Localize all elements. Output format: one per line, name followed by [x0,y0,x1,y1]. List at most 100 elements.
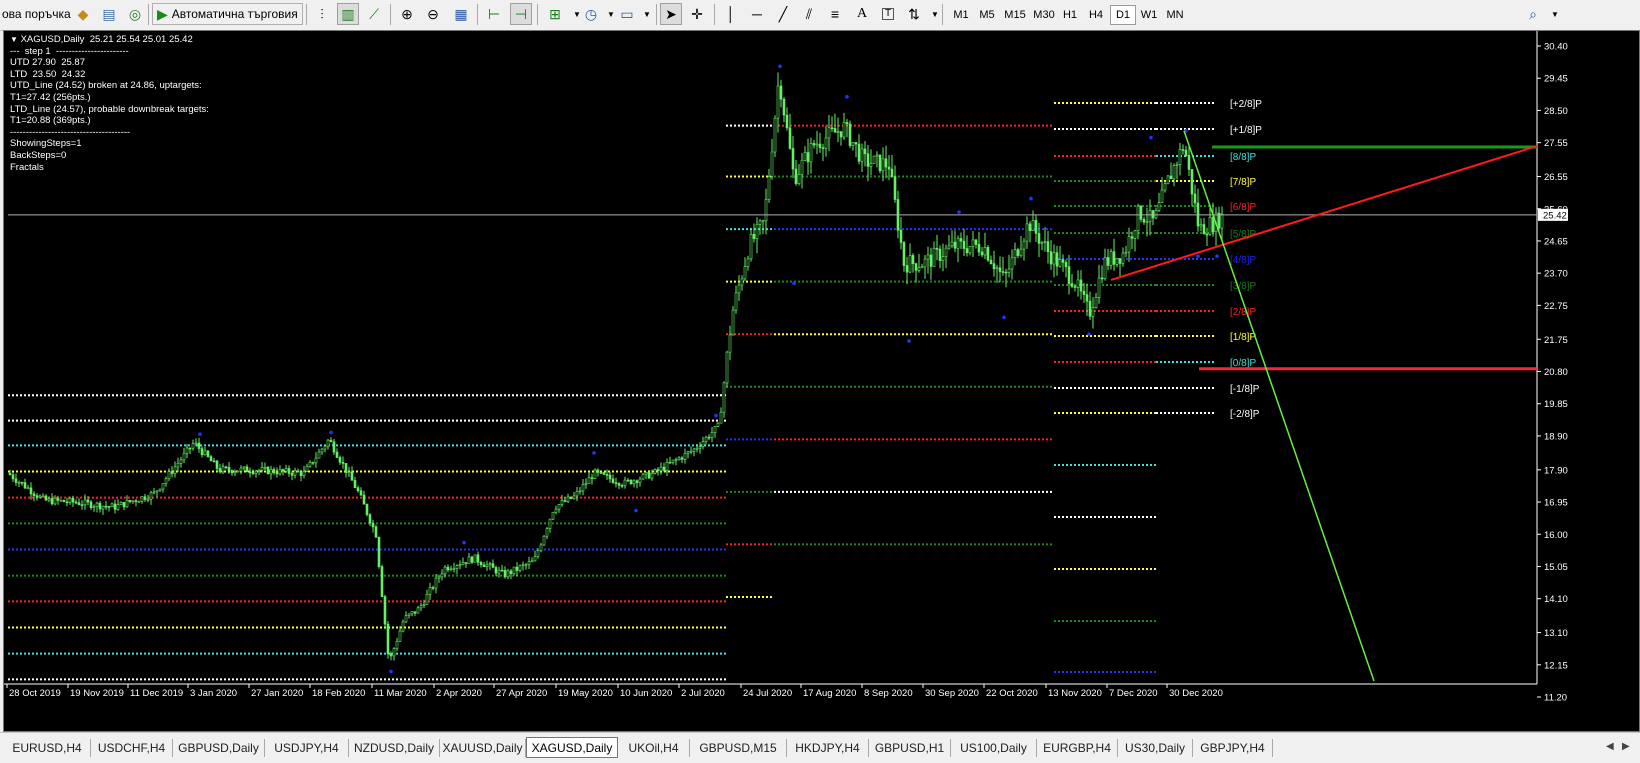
candle-body [1220,213,1224,229]
candle-body [1145,221,1149,224]
chart-tab[interactable]: GBPJPY,H4 [1193,739,1273,757]
candle-body [326,439,330,447]
candle-body [494,567,498,574]
chart-tab[interactable]: GBPUSD,Daily [173,739,265,757]
date-tick-label: 22 Oct 2020 [986,688,1038,699]
chart-tab[interactable]: EURUSD,H4 [4,739,91,757]
candle-body [1067,266,1071,284]
candle-body [521,564,525,567]
chart-tab[interactable]: XAUUSD,Daily [440,739,526,757]
candle-body [647,472,651,479]
chart-tab[interactable]: EURGBP,H4 [1037,739,1118,757]
chart-tab[interactable]: GBPUSD,M15 [690,739,787,757]
trendline-icon[interactable]: ╱ [772,3,794,25]
timeframe-m1[interactable]: M1 [948,5,974,25]
candle-body [11,474,15,480]
candle-body [71,498,75,503]
candle-body [758,220,762,225]
candle-body [485,564,489,567]
candle-body [839,131,843,138]
navigator-icon[interactable]: ◎ [124,3,146,25]
new-order-button[interactable]: ова поръчка [2,3,71,25]
candle-body [1004,271,1008,274]
candle-body [545,528,549,537]
chart-tab[interactable]: XAGUSD,Daily [526,737,618,758]
chart-tab[interactable]: GBPUSD,H1 [869,739,951,757]
collapse-arrow-icon[interactable]: ▼ [10,35,18,44]
chart-tab[interactable]: US100,Daily [951,739,1037,757]
chart-tab[interactable]: USDCHF,H4 [91,739,173,757]
candle-body [83,499,87,506]
crosshair-icon[interactable]: ✛ [686,3,708,25]
chart-shift-icon[interactable]: ⊢ [483,3,505,25]
line-chart-icon[interactable]: ⟋ [363,3,385,25]
indicators-icon[interactable]: ⊞ [544,3,566,25]
chart-tab[interactable]: UKOil,H4 [618,739,690,757]
candle-body [668,461,672,464]
market-watch-icon[interactable]: ◆ [72,3,94,25]
chart-tab[interactable]: US30,Daily [1118,739,1193,757]
zoom-in-icon[interactable]: ⊕ [396,3,418,25]
candle-body [1172,165,1176,180]
candle-body [113,503,117,510]
candle-body [569,496,573,499]
murrey-label: [3/8]P [1230,281,1256,292]
bar-chart-icon[interactable]: ⫶ [311,3,333,25]
candle-body [761,220,765,222]
timeframe-mn[interactable]: MN [1162,5,1188,25]
candle-body [281,469,285,472]
price-chart[interactable]: [+2/8]P [+1/8]P [8/8]P [7/8]P [6/8]P [5/8]P [4… [3,30,1640,732]
chart-tab[interactable]: NZDUSD,Daily [349,739,440,757]
auto-scroll-icon[interactable]: ⊣ [510,3,532,25]
fractal-marker [634,508,638,513]
candle-body [911,255,915,264]
templates-dropdown-icon[interactable]: ▼ [636,3,658,25]
candle-body [983,247,987,256]
text-label-icon[interactable]: T [877,3,899,25]
candle-body [704,436,708,442]
timeframe-h1[interactable]: H1 [1057,5,1083,25]
search-icon[interactable]: ⌕ [1522,3,1544,25]
periods-icon[interactable]: ◷ [580,3,602,25]
text-icon[interactable]: A [851,3,873,25]
chart-tab[interactable]: USDJPY,H4 [265,739,349,757]
cursor-icon[interactable]: ➤ [660,3,682,25]
candle-body [1163,183,1167,191]
tile-windows-icon[interactable]: ▦ [450,3,472,25]
equidistant-channel-icon[interactable]: ⫽ [798,3,820,25]
murrey-label: [-2/8]P [1230,409,1260,420]
data-window-icon[interactable]: ▤ [98,3,120,25]
candle-body [596,469,600,473]
vertical-line-icon[interactable]: │ [720,3,742,25]
candle-body [425,594,429,605]
chart-tab[interactable]: HKDJPY,H4 [787,739,869,757]
candle-body [50,498,54,505]
timeframe-h4[interactable]: H4 [1083,5,1109,25]
candle-body [716,422,720,427]
candle-body [551,511,555,520]
candle-body [1148,210,1152,223]
date-tick-label: 30 Dec 2020 [1169,688,1223,699]
horizontal-line-icon[interactable]: ─ [746,3,768,25]
fibonacci-icon[interactable]: ≡ [824,3,846,25]
timeframe-m15[interactable]: M15 [1000,5,1030,25]
timeframe-m5[interactable]: M5 [974,5,1000,25]
timeframe-d1[interactable]: D1 [1110,5,1136,25]
fractal-marker [957,210,961,214]
candlestick-chart-icon[interactable]: ▥ [337,3,359,25]
candle-body [125,499,129,508]
arrows-icon[interactable]: ⇅ [903,3,925,25]
price-tick-label: 15.05 [1544,562,1568,573]
search-dropdown-icon[interactable]: ▼ [1544,3,1566,25]
timeframe-m30[interactable]: M30 [1029,5,1059,25]
price-tick-label: 19.85 [1544,399,1568,410]
candle-body [491,563,495,568]
tab-scroll-right-icon[interactable]: ▶ [1622,741,1630,752]
price-tick-label: 11.20 [1544,693,1567,704]
timeframe-w1[interactable]: W1 [1136,5,1162,25]
tab-scroll-left-icon[interactable]: ◀ [1606,741,1614,752]
candle-body [155,490,159,493]
auto-trading-button[interactable]: ▶ Автоматична търговия [152,3,303,25]
zoom-out-icon[interactable]: ⊖ [422,3,444,25]
templates-icon[interactable]: ▭ [616,3,638,25]
